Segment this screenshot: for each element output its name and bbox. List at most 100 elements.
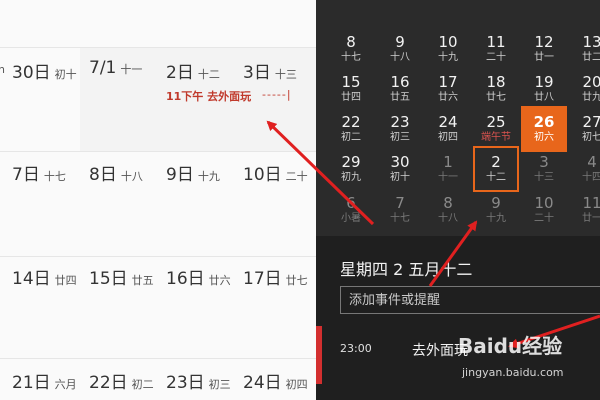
mini-lunar-label: 廿六: [438, 92, 458, 103]
mini-day-cell[interactable]: 4 十四: [569, 146, 600, 192]
row-divider: [0, 256, 316, 257]
mini-lunar-label: 十八: [390, 52, 410, 63]
day-cell-15[interactable]: 15日 廿五: [89, 264, 154, 289]
mini-day-number: 17: [438, 73, 458, 91]
day-cell-14[interactable]: 14日 廿四: [12, 264, 77, 289]
mini-day-cell[interactable]: 十二: [425, 0, 471, 28]
mini-lunar-label: 十九: [486, 213, 506, 224]
mini-day-cell[interactable]: 30 初十: [377, 146, 423, 192]
selected-day-cell[interactable]: 2 十二: [473, 146, 519, 192]
baidu-watermark-logo: Baidu经验: [458, 334, 563, 358]
day-number: 15日: [89, 269, 128, 289]
add-event-input[interactable]: [340, 286, 600, 314]
day-cell-17[interactable]: 17日 廿七: [243, 264, 308, 289]
lunar-label: 廿六: [208, 274, 231, 287]
lunar-label: 初四: [285, 378, 308, 391]
day-number: 24日: [243, 373, 282, 393]
mini-day-number: 16: [390, 73, 410, 91]
mini-day-number: 8: [443, 194, 453, 212]
day-cell-3[interactable]: 3日 十三: [243, 58, 297, 83]
mini-day-number: 10: [438, 33, 458, 51]
mini-lunar-label: 初九: [341, 172, 361, 183]
lunar-label: 十三: [274, 68, 297, 81]
day-cell-23[interactable]: 23日 初三: [166, 368, 231, 393]
mini-lunar-label: 廿五: [390, 92, 410, 103]
mini-lunar-label: 十三: [473, 0, 519, 3]
mini-lunar-label: 二十: [486, 52, 506, 63]
lunar-label: 十九: [197, 170, 220, 183]
day-number: 10日: [243, 165, 282, 185]
mini-day-number: 24: [438, 113, 458, 131]
day-cell-16[interactable]: 16日 廿六: [166, 264, 231, 289]
mini-calendar-grid: 初十十一十二十三芒种十五8十七9十八10十九11二十12廿一13廿二15廿四16…: [316, 0, 600, 236]
mini-day-cell[interactable]: 初十: [328, 0, 374, 28]
day-cell-8[interactable]: 8日 十八: [89, 160, 143, 185]
mini-day-cell[interactable]: 十三: [473, 0, 519, 28]
mini-day-number: 9: [395, 33, 405, 51]
mini-lunar-label: 初四: [438, 132, 458, 143]
mini-lunar-label: 初三: [390, 132, 410, 143]
row-divider: [0, 47, 316, 48]
mini-lunar-label: 二十: [534, 213, 554, 224]
day-cell-2[interactable]: 2日 十二: [166, 58, 220, 83]
day-cell-9[interactable]: 9日 十九: [166, 160, 220, 185]
day-number: 14日: [12, 269, 51, 289]
mini-day-cell[interactable]: 11 廿一: [569, 187, 600, 233]
mini-lunar-label: 芒种: [521, 0, 567, 3]
day-number: 2日: [166, 63, 194, 83]
mini-day-cell[interactable]: 十五: [569, 0, 600, 28]
lunar-label: 初十: [54, 68, 77, 81]
mini-lunar-label: 十二: [425, 0, 471, 3]
mini-lunar-label: 初六: [534, 132, 554, 143]
day-number: 9日: [166, 165, 194, 185]
day-cell-24[interactable]: 24日 初四: [243, 368, 308, 393]
lunar-label: 十八: [120, 170, 143, 183]
mini-day-cell[interactable]: 十一: [377, 0, 423, 28]
day-cell-22[interactable]: 22日 初二: [89, 368, 154, 393]
mini-day-cell[interactable]: 29 初九: [328, 146, 374, 192]
mini-lunar-label: 十四: [582, 172, 600, 183]
day-cell-jul1[interactable]: 7/1 十一: [89, 58, 142, 78]
mini-day-number: 12: [534, 33, 554, 51]
mini-day-number: 29: [341, 153, 361, 171]
mini-day-number: 13: [582, 33, 600, 51]
event-time: 23:00: [340, 342, 372, 355]
lunar-label: 初三: [208, 378, 231, 391]
baidu-watermark-url: jingyan.baidu.com: [462, 366, 564, 379]
day-number: 23日: [166, 373, 205, 393]
lunar-label: 初二: [131, 378, 154, 391]
day-number: 30日: [12, 63, 51, 83]
mini-day-number: 8: [346, 33, 356, 51]
day-cell-10[interactable]: 10日 二十: [243, 160, 308, 185]
lunar-label: 二十: [285, 170, 308, 183]
mini-day-number: 10: [534, 194, 554, 212]
day-cell-21[interactable]: 21日 六月: [12, 368, 77, 393]
mini-day-number: 4: [587, 153, 597, 171]
day-cell-7[interactable]: 7日 十七: [12, 160, 66, 185]
mini-day-cell[interactable]: 1 十一: [425, 146, 471, 192]
mini-lunar-label: 十七: [390, 213, 410, 224]
mini-lunar-label: 初七: [582, 132, 600, 143]
mini-day-cell[interactable]: 10 二十: [521, 187, 567, 233]
mini-day-cell[interactable]: 7 十七: [377, 187, 423, 233]
mini-day-cell[interactable]: 9 十九: [473, 187, 519, 233]
mini-day-number: 9: [491, 194, 501, 212]
mini-day-cell[interactable]: 芒种: [521, 0, 567, 28]
mini-day-cell[interactable]: 6 小暑: [328, 187, 374, 233]
day-cell[interactable]: n: [0, 58, 5, 78]
day-number: 17日: [243, 269, 282, 289]
day-number: 16日: [166, 269, 205, 289]
selected-date-title: 星期四 2 五月十二: [340, 260, 473, 279]
mini-day-number: 11: [582, 194, 600, 212]
calendar-event-label[interactable]: 11下午 去外面玩: [166, 88, 251, 104]
mini-day-cell[interactable]: 8 十八: [425, 187, 471, 233]
mini-day-number: 26: [533, 113, 555, 131]
mini-lunar-label: 十三: [534, 172, 554, 183]
event-span-line: -----|: [262, 88, 292, 101]
mini-lunar-label: 十八: [438, 213, 458, 224]
event-color-bar: [316, 326, 322, 384]
lunar-label: 廿四: [54, 274, 77, 287]
mini-day-number: 11: [486, 33, 506, 51]
mini-day-cell[interactable]: 3 十三: [521, 146, 567, 192]
day-cell-30[interactable]: 30日 初十: [12, 58, 77, 83]
